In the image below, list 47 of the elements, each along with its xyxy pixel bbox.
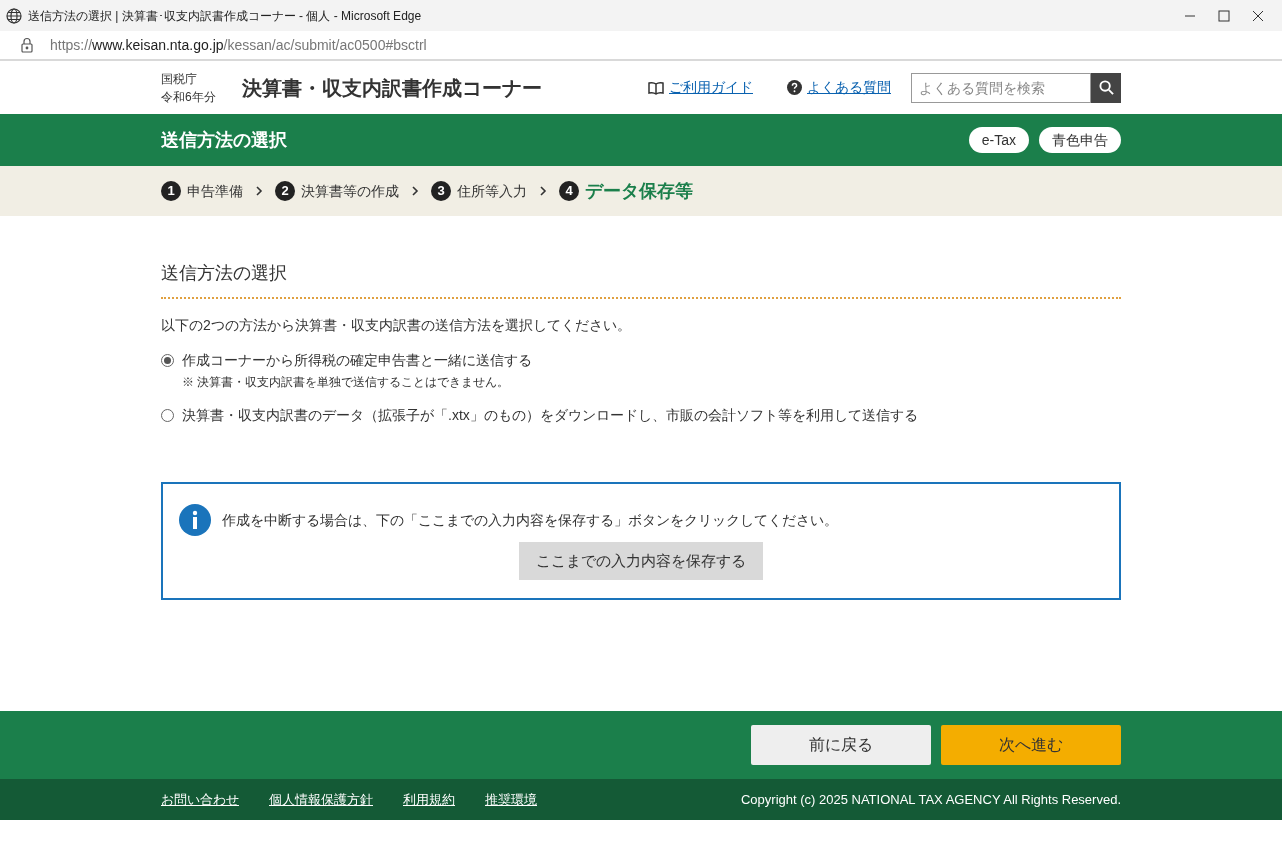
copyright-text: Copyright (c) 2025 NATIONAL TAX AGENCY All Rights Reserved. [740,790,1121,809]
globe-icon [6,7,22,24]
chevron-right-icon [539,186,547,196]
help-link[interactable]: よくある質問 [807,77,891,98]
lock-icon [20,37,34,53]
step-number: 1 [161,181,181,201]
step-number: 4 [559,181,579,201]
address-bar-url[interactable]: https://www.keisan.nta.go.jp/kessan/ac/submit/ac0500#bsctrl [50,34,427,56]
section-heading: 送信方法の選択 [161,260,1121,299]
step-number: 2 [275,181,295,201]
category-badge: e-Tax [968,127,1029,153]
search-button[interactable] [1091,72,1121,103]
footer-link[interactable]: お問い合わせ [161,789,239,810]
footer-link[interactable]: 個人情報保護方針 [269,789,373,810]
next-button[interactable]: 次へ進む [941,725,1121,765]
search-icon [1098,80,1114,95]
info-message: 作成を中断する場合は、下の「ここまでの入力内容を保存する」ボタンをクリックしてください。 [222,510,838,530]
close-icon[interactable] [1252,9,1264,22]
help-link[interactable]: ご利用ガイド [669,77,753,98]
book-icon [648,80,664,95]
category-badge: 青色申告 [1039,127,1121,153]
agency-name: 国税庁 [161,70,198,88]
step-number: 3 [431,181,451,201]
help-icon [787,80,802,95]
step-label: 申告準備 [187,181,243,201]
maximize-icon[interactable] [1218,9,1230,22]
footer-link[interactable]: 推奨環境 [485,789,537,810]
option-note: ※ 決算書・収支内訳書を単独で送信することはできません。 [182,374,511,391]
step-label: データ保存等 [585,179,693,203]
back-button[interactable]: 前に戻る [751,725,931,765]
step-label: 決算書等の作成 [301,181,399,201]
radio-button[interactable] [161,409,174,422]
window-title: 送信方法の選択 | 決算書･収支内訳書作成コーナー - 個人 - Microsoft Edge [28,7,422,25]
option-label: 作成コーナーから所得税の確定申告書と一緒に送信する [182,351,532,370]
radio-button[interactable] [161,354,174,367]
step-label: 住所等入力 [457,181,527,201]
page-title: 送信方法の選択 [161,128,287,152]
chevron-right-icon [411,186,419,196]
intro-text: 以下の2つの方法から決算書・収支内訳書の送信方法を選択してください。 [161,316,632,335]
option-label: 決算書・収支内訳書のデータ（拡張子が「.xtx」のもの）をダウンロードし、市販の会計ソフト等を利用して送信する [182,406,918,425]
site-title: 決算書・収支内訳書作成コーナー [241,75,542,101]
tax-year: 令和6年分 [161,88,216,106]
footer-link[interactable]: 利用規約 [403,789,455,810]
save-progress-button[interactable]: ここまでの入力内容を保存する [519,542,763,580]
info-icon [179,504,211,536]
chevron-right-icon [255,186,263,196]
search-field[interactable]: よくある質問を検索 [911,72,1091,103]
